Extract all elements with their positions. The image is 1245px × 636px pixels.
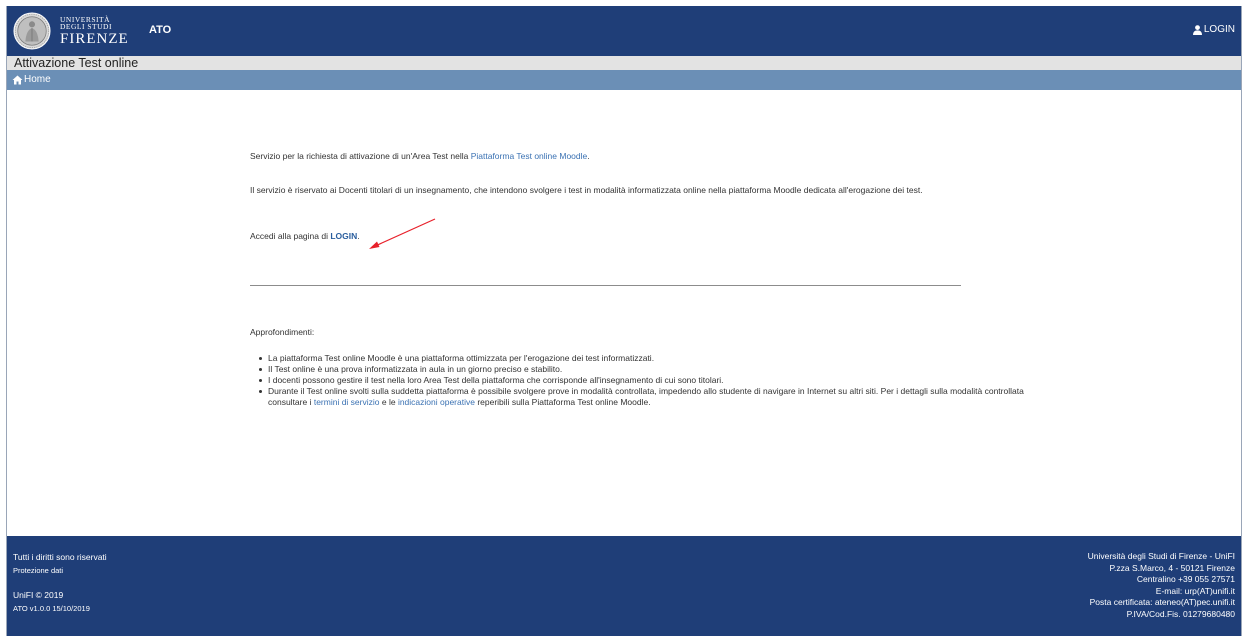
intro-text: Servizio per la richiesta di attivazione…: [250, 151, 471, 161]
content-divider: [250, 285, 961, 286]
phone-text: Centralino +39 055 27571: [1136, 574, 1235, 584]
footer: Tutti i diritti sono riservati Protezion…: [7, 536, 1241, 636]
annotation-arrow-icon: [369, 218, 436, 249]
privacy-link[interactable]: Protezione dati: [13, 564, 107, 577]
page-title: Attivazione Test online: [7, 56, 1241, 70]
pec-text: Posta certificata: ateneo(AT)pec.unifi.i…: [1089, 597, 1235, 607]
intro-paragraph: Servizio per la richiesta di attivazione…: [250, 151, 1030, 162]
version-text: ATO v1.0.0 15/10/2019: [13, 604, 90, 613]
university-name: Università degli Studi di Firenze - UniF…: [1087, 551, 1235, 561]
operational-instructions-link[interactable]: indicazioni operative: [398, 397, 475, 407]
breadcrumb-home-label: Home: [24, 74, 51, 85]
list-item: La piattaforma Test online Moodle è una …: [250, 353, 1030, 364]
login-nav-button[interactable]: LOGIN: [1192, 24, 1235, 35]
login-nav-label: LOGIN: [1203, 24, 1235, 35]
app-name[interactable]: ATO: [149, 24, 171, 36]
approfondimenti-heading: Approfondimenti:: [250, 327, 315, 337]
university-seal-icon: [13, 12, 51, 50]
user-icon: [1192, 24, 1202, 35]
footer-left: Tutti i diritti sono riservati Protezion…: [13, 551, 107, 615]
login-prompt-text: Accedi alla pagina di: [250, 231, 331, 241]
service-description: Il servizio è riservato ai Docenti titol…: [250, 185, 923, 195]
login-link[interactable]: LOGIN: [330, 231, 357, 241]
rights-text: Tutti i diritti sono riservati: [13, 552, 107, 562]
email-text: E-mail: urp(AT)unifi.it: [1155, 585, 1235, 596]
breadcrumb-home-link[interactable]: Home: [12, 70, 51, 90]
logo-line3: FIRENZE: [60, 30, 129, 47]
address-text: P.zza S.Marco, 4 - 50121 Firenze: [1109, 562, 1235, 573]
closing-text: reperibili sulla Piattaforma Test online…: [474, 397, 651, 407]
conjunction-text: e le: [379, 397, 398, 407]
info-list: La piattaforma Test online Moodle è una …: [250, 353, 1030, 408]
logo-line2: DEGLI STUDI: [60, 22, 112, 31]
vat-text: P.IVA/Cod.Fis. 01279680480: [1126, 608, 1235, 619]
copyright-text: UniFI © 2019: [13, 590, 64, 600]
home-icon: [12, 75, 23, 85]
footer-contact: Università degli Studi di Firenze - UniF…: [1088, 551, 1235, 620]
university-logo[interactable]: UNIVERSITÀ DEGLI STUDI FIRENZE: [13, 11, 129, 51]
intro-period: .: [587, 151, 590, 161]
page-frame: UNIVERSITÀ DEGLI STUDI FIRENZE ATO LOGIN…: [6, 6, 1242, 636]
university-wordmark: UNIVERSITÀ DEGLI STUDI FIRENZE: [60, 15, 129, 47]
list-item: Il Test online è una prova informatizzat…: [250, 364, 1030, 375]
top-navbar: UNIVERSITÀ DEGLI STUDI FIRENZE ATO LOGIN: [7, 6, 1241, 56]
breadcrumb: Home: [7, 70, 1241, 90]
list-item: I docenti possono gestire il test nella …: [250, 375, 1030, 386]
terms-of-service-link[interactable]: termini di servizio: [314, 397, 380, 407]
moodle-platform-link[interactable]: Piattaforma Test online Moodle: [471, 151, 588, 161]
login-period: .: [357, 231, 360, 241]
list-item: Durante il Test online svolti sulla sudd…: [250, 386, 1030, 408]
